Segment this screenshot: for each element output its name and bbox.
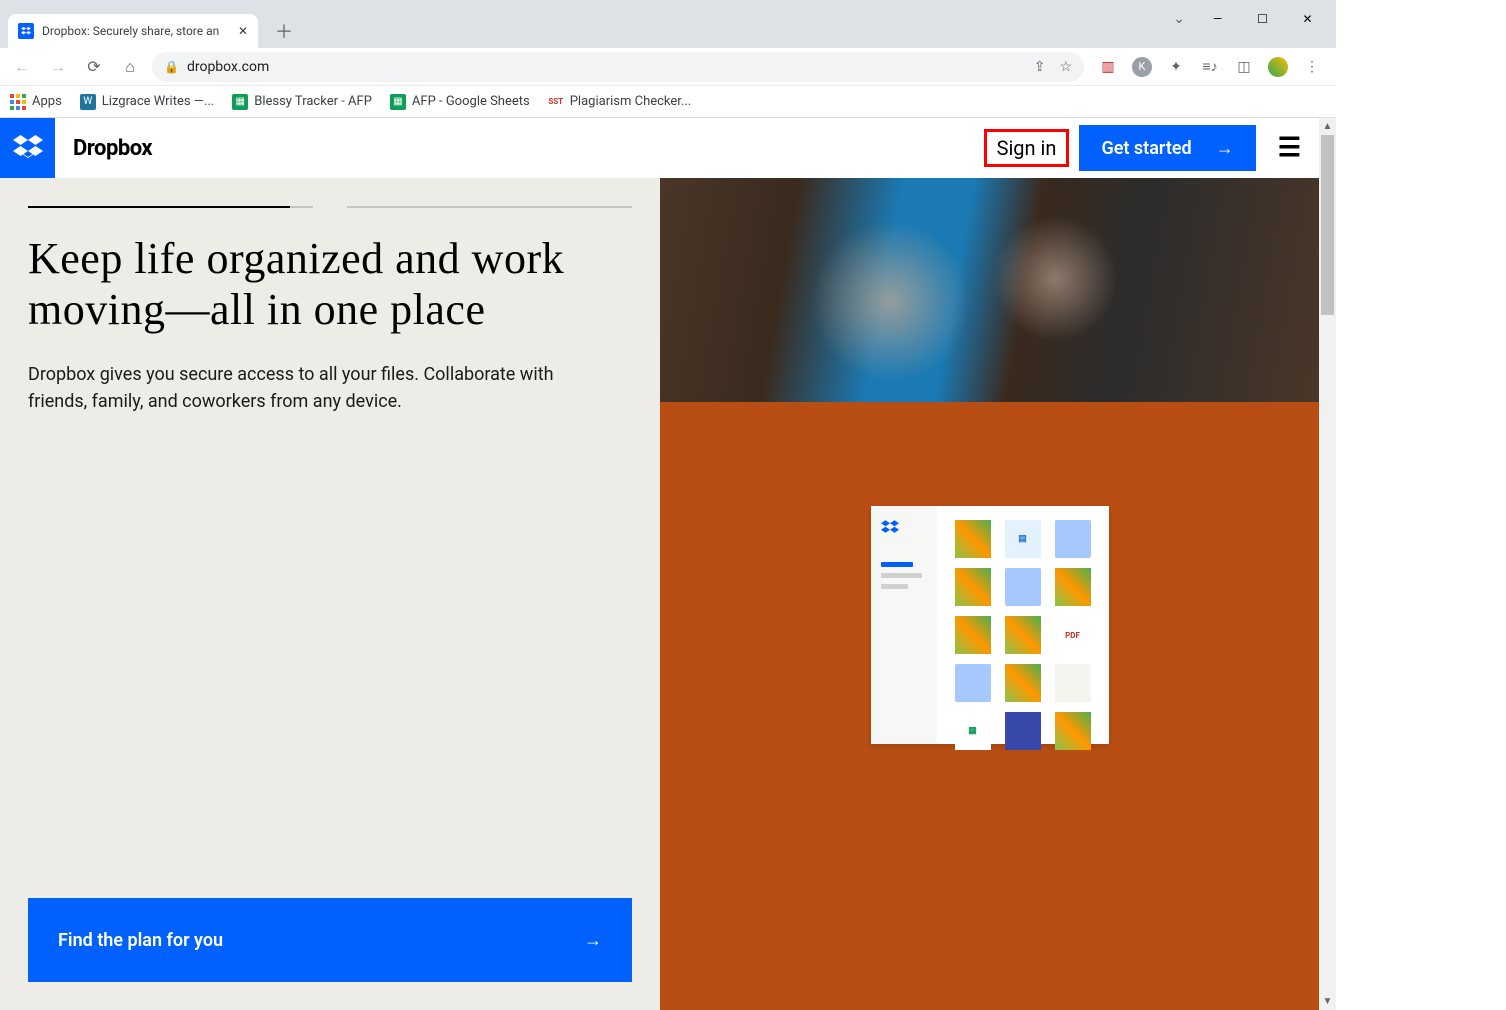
file-tile-image: [955, 568, 991, 606]
file-tile-image: [1005, 664, 1041, 702]
hero-photo: [660, 178, 1319, 402]
k-extension-icon[interactable]: K: [1132, 57, 1152, 77]
carousel-progress: [28, 206, 632, 208]
extensions-puzzle-icon[interactable]: ✦: [1166, 57, 1186, 77]
bookmark-label: Lizgrace Writes —...: [102, 94, 214, 109]
arrow-right-icon: →: [584, 930, 602, 951]
scroll-up-arrow-icon[interactable]: ▲: [1319, 118, 1336, 135]
sheets-icon: ▦: [232, 94, 248, 110]
scroll-down-arrow-icon[interactable]: ▼: [1319, 993, 1336, 1010]
sheets-icon: ▦: [390, 94, 406, 110]
extension-icons: ▥ K ✦ ≡♪ ◫ ⋮: [1092, 57, 1328, 77]
wordpress-icon: W: [80, 94, 96, 110]
progress-bar-1[interactable]: [28, 206, 313, 208]
cta-label: Find the plan for you: [58, 930, 223, 951]
bookmark-label: AFP - Google Sheets: [412, 94, 530, 109]
hero-headline: Keep life organized and work moving—all …: [28, 234, 632, 335]
window-close-button[interactable]: ✕: [1285, 4, 1330, 34]
nav-back-button[interactable]: ←: [8, 53, 36, 81]
lock-icon: 🔒: [164, 60, 179, 74]
main-content: Keep life organized and work moving—all …: [0, 178, 1319, 1010]
page-viewport: Dropbox Sign in Get started → ☰ Keep lif…: [0, 118, 1336, 1010]
nav-reload-button[interactable]: ⟳: [80, 53, 108, 81]
bookmarks-bar: Apps W Lizgrace Writes —... ▦ Blessy Tra…: [0, 86, 1336, 118]
bookmark-blessy[interactable]: ▦ Blessy Tracker - AFP: [232, 94, 372, 110]
browser-toolbar: ← → ⟳ ⌂ 🔒 dropbox.com ⇪ ☆ ▥ K ✦ ≡♪ ◫ ⋮: [0, 48, 1336, 86]
bookmark-plagiarism[interactable]: SST Plagiarism Checker...: [548, 94, 691, 110]
bookmark-afp[interactable]: ▦ AFP - Google Sheets: [390, 94, 530, 110]
file-tile-image: [955, 520, 991, 558]
dropbox-mini-icon: [881, 520, 927, 536]
window-minimize-button[interactable]: ―: [1195, 4, 1240, 34]
app-preview-sidebar: [871, 506, 937, 744]
file-tile-image: [955, 616, 991, 654]
progress-bar-2[interactable]: [347, 206, 632, 208]
bookmark-label: Blessy Tracker - AFP: [254, 94, 372, 109]
find-plan-button[interactable]: Find the plan for you →: [28, 898, 632, 982]
file-tile-image: [1055, 568, 1091, 606]
file-tile-folder: [955, 664, 991, 702]
get-started-button[interactable]: Get started →: [1079, 125, 1255, 171]
mcafee-extension-icon[interactable]: ▥: [1098, 57, 1118, 77]
site-header: Dropbox Sign in Get started → ☰: [0, 118, 1319, 178]
url-text: dropbox.com: [187, 59, 269, 75]
new-tab-button[interactable]: ＋: [270, 17, 298, 45]
hero-right-column: ▤ PDF ▦: [660, 178, 1319, 1010]
file-tile-note: [1055, 664, 1091, 702]
brand-name[interactable]: Dropbox: [73, 136, 152, 161]
tab-close-icon[interactable]: ✕: [238, 24, 248, 38]
file-tile-doc: ▤: [1005, 520, 1041, 558]
file-tile-folder: [1005, 568, 1041, 606]
sign-in-button[interactable]: Sign in: [984, 129, 1070, 167]
side-panel-icon[interactable]: ◫: [1234, 57, 1254, 77]
menu-hamburger-icon[interactable]: ☰: [1278, 133, 1301, 163]
window-maximize-button[interactable]: ☐: [1240, 4, 1285, 34]
bookmark-lizgrace[interactable]: W Lizgrace Writes —...: [80, 94, 214, 110]
window-controls: ⌄ ― ☐ ✕: [1173, 4, 1330, 34]
profile-avatar-icon[interactable]: [1268, 57, 1288, 77]
vertical-scrollbar[interactable]: ▲ ▼: [1319, 118, 1336, 1010]
dropbox-logo-box[interactable]: [0, 118, 55, 178]
reading-list-icon[interactable]: ≡♪: [1200, 57, 1220, 77]
browser-titlebar: Dropbox: Securely share, store an ✕ ＋ ⌄ …: [0, 0, 1336, 48]
get-started-label: Get started: [1101, 138, 1191, 159]
file-tile-pdf: PDF: [1055, 616, 1091, 654]
file-tile-image: [1005, 616, 1041, 654]
file-tile-folder: [1055, 520, 1091, 558]
scrollbar-thumb[interactable]: [1321, 135, 1334, 315]
arrow-right-icon: →: [1216, 138, 1234, 159]
bookmark-apps[interactable]: Apps: [10, 94, 62, 110]
titlebar-chevron-icon[interactable]: ⌄: [1173, 11, 1185, 27]
url-bar[interactable]: 🔒 dropbox.com ⇪ ☆: [152, 52, 1084, 82]
sst-icon: SST: [548, 94, 564, 110]
nav-forward-button: →: [44, 53, 72, 81]
chrome-menu-icon[interactable]: ⋮: [1302, 57, 1322, 77]
file-tile-image: [1055, 712, 1091, 750]
browser-tab[interactable]: Dropbox: Securely share, store an ✕: [8, 14, 258, 48]
file-tile-book: [1005, 712, 1041, 750]
app-preview-card: ▤ PDF ▦: [871, 506, 1109, 744]
app-preview-file-grid: ▤ PDF ▦: [937, 506, 1109, 744]
bookmark-star-icon[interactable]: ☆: [1059, 59, 1072, 75]
dropbox-logo-icon: [13, 135, 43, 161]
tab-favicon-dropbox-icon: [18, 23, 34, 39]
bookmark-label: Plagiarism Checker...: [570, 94, 691, 109]
bookmark-label: Apps: [32, 94, 62, 109]
nav-home-button[interactable]: ⌂: [116, 53, 144, 81]
file-tile-xls: ▦: [955, 712, 991, 750]
apps-grid-icon: [10, 94, 26, 110]
tab-title: Dropbox: Securely share, store an: [42, 24, 219, 38]
hero-subtext: Dropbox gives you secure access to all y…: [28, 361, 588, 415]
hero-left-column: Keep life organized and work moving—all …: [0, 178, 660, 1010]
share-icon[interactable]: ⇪: [1034, 59, 1046, 75]
